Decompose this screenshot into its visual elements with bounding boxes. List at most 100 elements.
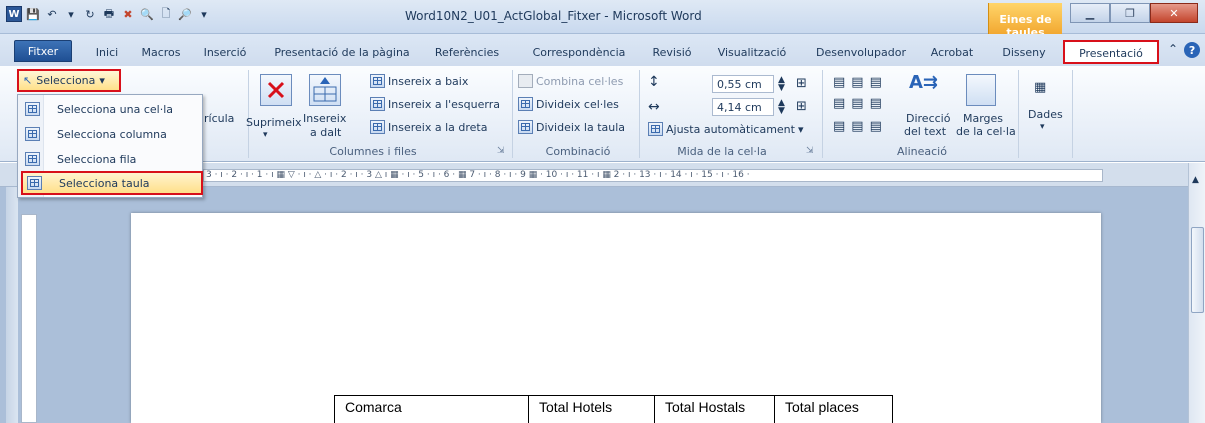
mida-launcher-icon[interactable]: ⇲ xyxy=(806,146,814,156)
delete-table-icon[interactable] xyxy=(260,74,292,106)
save-icon[interactable]: 💾 xyxy=(25,6,41,22)
title-bar: W 💾 ↶ ▾ ↻ 🖶 ✖ 🔍 🗋 🔎 ▾ Word10N2_U01_ActGl… xyxy=(0,0,1205,39)
suprimeix-dropdown-icon[interactable]: ▾ xyxy=(263,130,268,140)
col-width-spinner[interactable]: ▲ ▼ xyxy=(778,99,785,116)
help-icon[interactable]: ? xyxy=(1184,42,1201,58)
selecciona-button[interactable]: ↖ Selecciona ▾ xyxy=(17,69,121,92)
horizontal-ruler[interactable]: 3 · ı · 2 · ı · 1 · ı ▦ ▽ · ı · △ · ı · … xyxy=(203,169,1103,182)
print-preview-icon[interactable]: 🔎 xyxy=(177,6,193,22)
close-button[interactable]: ✕ xyxy=(1150,3,1198,23)
selecciona-menu: Selecciona una cel·la Selecciona columna… xyxy=(17,94,203,198)
tab-macros[interactable]: Macros xyxy=(139,42,183,64)
left-margin-bar xyxy=(6,187,18,423)
columnes-launcher-icon[interactable]: ⇲ xyxy=(497,146,505,156)
print-icon[interactable]: 🖶 xyxy=(101,6,117,22)
select-table-icon xyxy=(27,176,42,190)
distribute-columns-icon[interactable]: ⊞ xyxy=(796,99,807,114)
direccio-line1[interactable]: Direcció xyxy=(906,112,950,125)
split-table-icon xyxy=(518,120,533,134)
insert-above-icon[interactable] xyxy=(309,74,341,106)
tab-presentacio[interactable]: Presentació xyxy=(1063,40,1159,64)
tab-fitxer[interactable]: Fitxer xyxy=(14,40,72,62)
autofit-icon xyxy=(648,122,663,136)
suprimeix-button[interactable]: Suprimeix xyxy=(246,116,302,129)
group-label-combinacio: Combinació xyxy=(545,145,611,158)
tab-desenvolupador[interactable]: Desenvolupador xyxy=(810,42,912,64)
preview-icon[interactable]: 🔍 xyxy=(139,6,155,22)
chevron-down-icon: ▾ xyxy=(99,74,105,87)
table-cell[interactable]: Total Hostals xyxy=(654,395,775,423)
col-width-icon: ↔ xyxy=(648,99,660,115)
tab-referencies[interactable]: Referències xyxy=(430,42,504,64)
help-area: ⌃ ? xyxy=(1168,42,1201,58)
table-cell[interactable]: Total places xyxy=(774,395,893,423)
tab-inici[interactable]: Inici xyxy=(90,42,124,64)
table-cell[interactable]: Total Hotels xyxy=(528,395,655,423)
tab-insercio[interactable]: Inserció xyxy=(199,42,251,64)
document-page[interactable] xyxy=(131,213,1101,423)
vertical-scrollbar[interactable]: ▲ xyxy=(1188,163,1205,423)
dades-button[interactable]: Dades xyxy=(1028,108,1063,121)
direccio-line2[interactable]: del text xyxy=(904,125,946,138)
table-cell[interactable]: Comarca xyxy=(334,395,529,423)
split-cells-icon xyxy=(518,97,533,111)
menu-item-selecciona-fila[interactable]: Selecciona fila xyxy=(18,147,202,171)
insereix-dreta-button[interactable]: Insereix a la dreta xyxy=(370,120,487,134)
window-title: Word10N2_U01_ActGlobal_Fitxer - Microsof… xyxy=(405,9,702,23)
align-middle-buttons[interactable]: ▤▤▤ xyxy=(833,96,888,111)
divideix-cel-les-button[interactable]: Divideix cel·les xyxy=(518,97,619,111)
divideix-taula-button[interactable]: Divideix la taula xyxy=(518,120,625,134)
customize-qat-icon[interactable]: ▾ xyxy=(196,6,212,22)
group-label-columnes: Columnes i files xyxy=(329,145,417,158)
tab-correspondencia[interactable]: Correspondència xyxy=(524,42,634,64)
combina-cel-les-button[interactable]: Combina cel·les xyxy=(518,74,623,88)
dades-dropdown-icon[interactable]: ▾ xyxy=(1040,122,1045,132)
maximize-button[interactable]: ❐ xyxy=(1110,3,1150,23)
tab-presentacio-pagina[interactable]: Presentació de la pàgina xyxy=(268,42,416,64)
insert-below-icon xyxy=(370,74,385,88)
redo-icon[interactable]: ↻ xyxy=(82,6,98,22)
new-doc-icon[interactable]: 🗋 xyxy=(158,6,174,22)
insereix-esquerra-button[interactable]: Insereix a l'esquerra xyxy=(370,97,500,111)
row-height-spinner[interactable]: ▲ ▼ xyxy=(778,76,785,93)
insereix-a-dalt-line2[interactable]: a dalt xyxy=(310,126,341,139)
scroll-thumb[interactable] xyxy=(1191,227,1204,313)
word-logo-icon[interactable]: W xyxy=(6,6,22,22)
minimize-button[interactable]: ▁ xyxy=(1070,3,1110,23)
cell-margins-icon[interactable] xyxy=(966,74,996,106)
distribute-rows-icon[interactable]: ⊞ xyxy=(796,76,807,91)
marges-line2[interactable]: de la cel·la xyxy=(956,125,1016,138)
group-label-mida: Mida de la cel·la xyxy=(677,145,767,158)
contextual-group-title: Eines de taules xyxy=(988,3,1062,39)
tab-visualitzacio[interactable]: Visualització xyxy=(710,42,794,64)
minimize-ribbon-icon[interactable]: ⌃ xyxy=(1168,42,1178,58)
insereix-a-dalt-line1[interactable]: Insereix xyxy=(303,112,346,125)
tab-acrobat[interactable]: Acrobat xyxy=(926,42,978,64)
undo-icon[interactable]: ↶ xyxy=(44,6,60,22)
ajusta-automaticament-button[interactable]: Ajusta automàticament ▾ xyxy=(648,122,804,136)
document-table[interactable]: Comarca Total Hotels Total Hostals Total… xyxy=(334,395,893,423)
data-icon[interactable]: ▦ xyxy=(1034,80,1046,95)
vertical-ruler[interactable] xyxy=(21,214,37,423)
row-height-field[interactable]: 0,55 cm xyxy=(712,75,774,93)
merge-cells-icon xyxy=(518,74,533,88)
align-top-buttons[interactable]: ▤▤▤ xyxy=(833,75,888,90)
select-column-icon xyxy=(25,127,40,141)
quadricula-fragment[interactable]: rícula xyxy=(204,112,234,125)
marges-line1[interactable]: Marges xyxy=(963,112,1003,125)
menu-item-selecciona-taula[interactable]: Selecciona taula xyxy=(21,171,203,195)
menu-item-selecciona-cel-la[interactable]: Selecciona una cel·la xyxy=(18,97,202,121)
text-direction-icon[interactable]: A⇉ xyxy=(909,72,938,93)
insereix-a-baix-button[interactable]: Insereix a baix xyxy=(370,74,468,88)
tab-disseny[interactable]: Disseny xyxy=(993,42,1055,64)
align-bottom-buttons[interactable]: ▤▤▤ xyxy=(833,119,888,134)
col-width-field[interactable]: 4,14 cm xyxy=(712,98,774,116)
select-cell-icon xyxy=(25,102,40,116)
menu-item-selecciona-columna[interactable]: Selecciona columna xyxy=(18,122,202,146)
table-row: Comarca Total Hotels Total Hostals Total… xyxy=(334,395,893,423)
dropdown-icon[interactable]: ▾ xyxy=(63,6,79,22)
tab-revisio[interactable]: Revisió xyxy=(648,42,696,64)
scroll-up-icon[interactable]: ▲ xyxy=(1192,175,1199,185)
close-doc-icon[interactable]: ✖ xyxy=(120,6,136,22)
insert-right-icon xyxy=(370,120,385,134)
